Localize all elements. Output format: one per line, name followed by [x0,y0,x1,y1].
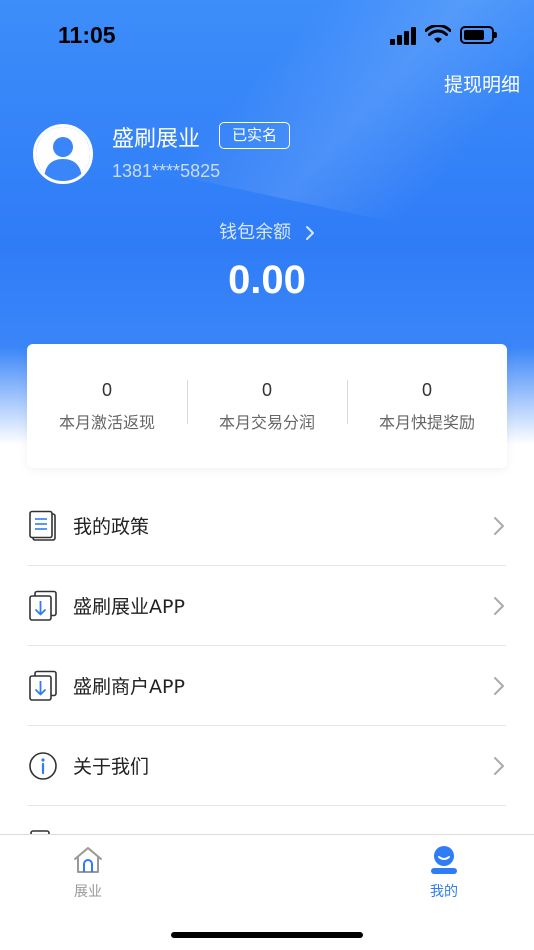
stat-transaction-profit[interactable]: 0 本月交易分润 [187,379,347,433]
stat-value: 0 [421,379,432,400]
user-phone: 1381****5825 [112,161,221,181]
menu-item-about-us[interactable]: 关于我们 [28,726,506,806]
menu-item-label: 关于我们 [73,756,150,778]
stat-label: 本月交易分润 [218,412,315,432]
stat-value: 0 [101,379,112,400]
tab-home[interactable]: 展业 [48,845,128,901]
monthly-stats-card: 0 本月激活返现 0 本月交易分润 0 本月快提奖励 [27,344,507,468]
menu-item-merchant-app[interactable]: 盛刷商户APP [28,646,506,726]
download-copy-icon [28,670,58,702]
wallet-balance-amount: 0.00 [228,258,306,302]
stat-activation-cashback[interactable]: 0 本月激活返现 [27,380,187,433]
chevron-right-icon [494,676,504,695]
menu-item-label: 盛刷商户APP [73,676,185,698]
withdraw-detail-link[interactable]: 提现明细 [444,70,520,97]
home-indicator [171,932,363,938]
wifi-icon [425,25,451,43]
menu-item-agent-app[interactable]: 盛刷展业APP [28,566,506,646]
download-copy-icon [28,590,58,622]
chevron-right-icon [494,516,504,535]
user-name: 盛刷展业 [112,127,201,152]
tab-label: 展业 [74,884,102,900]
cellular-signal-icon [390,27,418,45]
avatar[interactable] [33,124,93,184]
menu-item-label: 我的政策 [73,516,150,538]
menu-item-my-policy[interactable]: 我的政策 [28,486,506,566]
chevron-right-icon [494,596,504,615]
menu-item-label: 盛刷展业APP [73,596,185,618]
menu-list: 我的政策 盛刷展业APP 盛刷商户APP 关于我们 [0,486,534,806]
tab-label: 我的 [430,884,458,900]
verified-badge: 已实名 [219,122,291,149]
status-time: 11:05 [58,22,116,48]
battery-icon [460,26,497,44]
user-silhouette-icon [36,127,90,181]
status-bar: 11:05 [0,0,534,70]
chevron-right-icon [494,756,504,775]
stat-label: 本月快提奖励 [378,412,475,432]
stat-quick-withdraw-reward[interactable]: 0 本月快提奖励 [347,379,507,433]
tab-mine[interactable]: 我的 [404,845,484,901]
wallet-balance-link[interactable]: 钱包余额 [0,218,534,244]
stat-value: 0 [261,379,272,400]
wallet-balance-label: 钱包余额 [219,222,292,243]
menu-item-partial[interactable] [28,806,506,836]
stat-label: 本月激活返现 [58,412,155,432]
chevron-right-icon [305,226,314,240]
home-icon [74,847,102,873]
document-list-icon [28,510,58,542]
user-icon [431,846,457,874]
info-icon [28,750,58,782]
